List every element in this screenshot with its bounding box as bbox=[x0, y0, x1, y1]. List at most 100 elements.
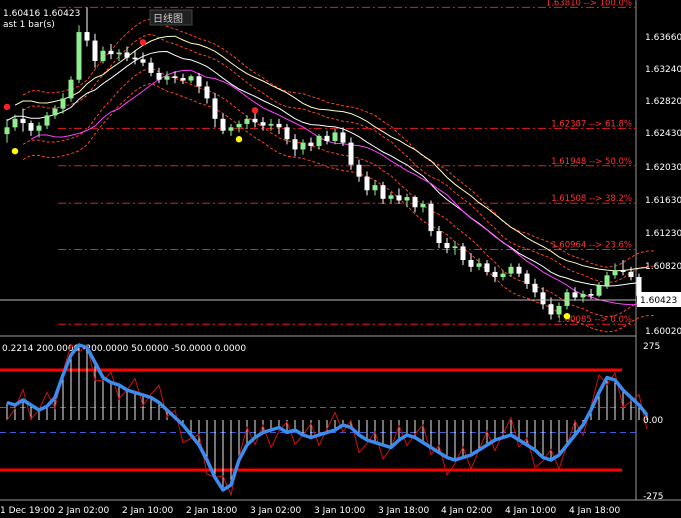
bear-candle[interactable] bbox=[92, 40, 98, 61]
bear-candle[interactable] bbox=[148, 62, 154, 73]
bull-candle[interactable] bbox=[76, 32, 82, 80]
fib-level-label: 1.61508 --> 38.2% bbox=[551, 194, 632, 204]
bear-candle[interactable] bbox=[572, 292, 578, 298]
bear-candle[interactable] bbox=[396, 195, 402, 201]
bear-candle[interactable] bbox=[220, 118, 226, 131]
bear-candle[interactable] bbox=[460, 246, 466, 261]
bear-candle[interactable] bbox=[140, 59, 146, 63]
time-tick: 3 Jan 02:00 bbox=[250, 506, 302, 516]
bull-candle[interactable] bbox=[300, 142, 306, 150]
bear-candle[interactable] bbox=[524, 273, 530, 284]
bear-candle[interactable] bbox=[364, 176, 370, 191]
signal-dot bbox=[235, 136, 243, 143]
bull-candle[interactable] bbox=[44, 115, 50, 126]
bull-candle[interactable] bbox=[556, 305, 562, 315]
time-tick: 4 Jan 02:00 bbox=[441, 506, 493, 516]
bear-candle[interactable] bbox=[204, 86, 210, 99]
bear-candle[interactable] bbox=[532, 283, 538, 293]
bear-candle[interactable] bbox=[620, 270, 626, 272]
bull-candle[interactable] bbox=[612, 270, 618, 276]
bull-candle[interactable] bbox=[332, 132, 338, 141]
bear-candle[interactable] bbox=[108, 50, 114, 55]
bear-candle[interactable] bbox=[28, 123, 34, 131]
bull-candle[interactable] bbox=[452, 246, 458, 249]
bull-candle[interactable] bbox=[388, 195, 394, 199]
bear-candle[interactable] bbox=[380, 185, 386, 199]
bull-candle[interactable] bbox=[404, 197, 410, 201]
bear-candle[interactable] bbox=[468, 260, 474, 267]
bear-candle[interactable] bbox=[308, 142, 314, 147]
bull-candle[interactable] bbox=[372, 185, 378, 191]
price-tick: 1.62030 bbox=[645, 163, 681, 173]
bull-candle[interactable] bbox=[268, 123, 274, 126]
bear-candle[interactable] bbox=[516, 266, 522, 274]
bear-candle[interactable] bbox=[324, 135, 330, 141]
bull-candle[interactable] bbox=[420, 203, 426, 208]
bull-candle[interactable] bbox=[316, 135, 322, 147]
time-tick: 3 Jan 18:00 bbox=[378, 506, 430, 516]
bull-candle[interactable] bbox=[116, 52, 122, 55]
bear-candle[interactable] bbox=[156, 72, 162, 80]
bear-candle[interactable] bbox=[484, 263, 490, 272]
bull-candle[interactable] bbox=[188, 76, 194, 81]
bull-candle[interactable] bbox=[508, 266, 514, 274]
bear-candle[interactable] bbox=[172, 76, 178, 78]
bull-candle[interactable] bbox=[164, 76, 170, 80]
bear-candle[interactable] bbox=[428, 203, 434, 232]
bull-candle[interactable] bbox=[68, 79, 74, 99]
bear-candle[interactable] bbox=[252, 118, 258, 123]
bull-candle[interactable] bbox=[604, 275, 610, 286]
bull-candle[interactable] bbox=[500, 273, 506, 278]
bear-candle[interactable] bbox=[84, 32, 90, 41]
bear-candle[interactable] bbox=[548, 304, 554, 315]
bear-candle[interactable] bbox=[540, 292, 546, 305]
bear-candle[interactable] bbox=[260, 122, 266, 126]
bull-candle[interactable] bbox=[476, 263, 482, 267]
bear-candle[interactable] bbox=[132, 57, 138, 60]
time-tick: 4 Jan 18:00 bbox=[569, 506, 621, 516]
price-tick: 1.62820 bbox=[645, 97, 681, 107]
fib-level-label: 1.62387 --> 61.8% bbox=[551, 119, 632, 129]
bear-candle[interactable] bbox=[196, 76, 202, 87]
bear-candle[interactable] bbox=[628, 271, 634, 278]
indicator-tick: 275 bbox=[643, 342, 660, 352]
trading-chart[interactable]: 1.63810 --> 100.0% 1.62387 --> 61.8% 1.619… bbox=[0, 0, 681, 518]
bear-candle[interactable] bbox=[348, 142, 354, 165]
current-price-tag: 1.60423 bbox=[637, 292, 681, 307]
signal-dot bbox=[139, 39, 147, 46]
price-tick: 1.61230 bbox=[645, 229, 681, 239]
bear-candle[interactable] bbox=[356, 164, 362, 177]
price-tick: 1.63240 bbox=[645, 65, 681, 75]
bull-candle[interactable] bbox=[60, 98, 66, 109]
fib-level-label: 1.63810 --> 100.0% bbox=[546, 0, 632, 8]
bear-candle[interactable] bbox=[284, 127, 290, 140]
bull-candle[interactable] bbox=[4, 127, 10, 135]
bull-candle[interactable] bbox=[52, 108, 58, 116]
bear-candle[interactable] bbox=[124, 52, 130, 58]
bull-candle[interactable] bbox=[36, 125, 42, 131]
bull-candle[interactable] bbox=[564, 292, 570, 306]
bull-candle[interactable] bbox=[228, 127, 234, 131]
bull-candle[interactable] bbox=[580, 294, 586, 298]
bull-candle[interactable] bbox=[596, 285, 602, 296]
bear-candle[interactable] bbox=[180, 77, 186, 81]
bear-candle[interactable] bbox=[212, 98, 218, 119]
bear-candle[interactable] bbox=[276, 123, 282, 128]
bear-candle[interactable] bbox=[20, 118, 26, 124]
time-tick: 2 Jan 10:00 bbox=[122, 506, 174, 516]
bear-candle[interactable] bbox=[444, 242, 450, 249]
bull-candle[interactable] bbox=[12, 118, 18, 128]
bear-candle[interactable] bbox=[588, 294, 594, 296]
bull-candle[interactable] bbox=[244, 118, 250, 124]
current-price-label: 1.60423 bbox=[640, 296, 677, 306]
bull-candle[interactable] bbox=[236, 123, 242, 128]
bear-candle[interactable] bbox=[492, 271, 498, 278]
time-tick: 2 Jan 18:00 bbox=[186, 506, 238, 516]
bear-candle[interactable] bbox=[436, 231, 442, 243]
bear-candle[interactable] bbox=[340, 132, 346, 143]
signal-dot bbox=[11, 147, 19, 155]
bull-candle[interactable] bbox=[100, 50, 106, 61]
bear-candle[interactable] bbox=[292, 139, 298, 150]
fib-level-label: 1.60964 --> 23.6% bbox=[551, 240, 632, 250]
bear-candle[interactable] bbox=[412, 197, 418, 208]
